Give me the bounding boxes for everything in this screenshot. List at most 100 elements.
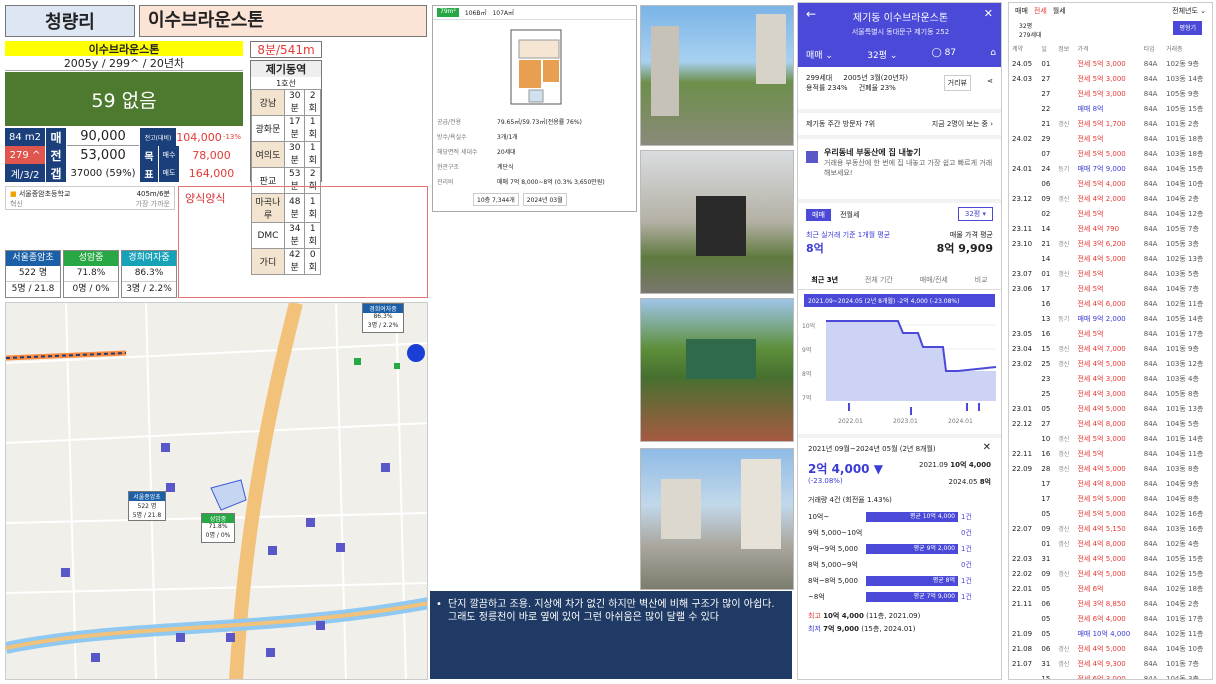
tx-row[interactable]: 23.10 21 갱신 전세 3억 6,200 84A 105동 3층: [1009, 236, 1212, 251]
tx-cell: 84A: [1143, 464, 1158, 473]
plan-tab[interactable]: 79m²: [437, 8, 459, 17]
tx-cell: [1055, 56, 1074, 71]
tx-tab[interactable]: 매매: [1015, 7, 1028, 15]
chart-tab[interactable]: 전체 기간: [865, 275, 893, 285]
tx-row[interactable]: 24.02 29 전세 5억 84A 101동 18층: [1009, 131, 1212, 146]
promo-title[interactable]: 우리동네 부동산에 집 내놓기: [824, 147, 993, 158]
tx-row[interactable]: 22.11 16 갱신 전세 5억 84A 104동 11층: [1009, 446, 1212, 461]
tx-header-cell: 계약: [1012, 46, 1024, 53]
tx-row[interactable]: 05 전세 5억 5,000 84A 102동 16층: [1009, 506, 1212, 521]
tx-row[interactable]: 23.04 15 갱신 전세 4억 7,000 84A 101동 9층: [1009, 341, 1212, 356]
tx-size[interactable]: 32평: [1019, 23, 1032, 30]
chart-tab[interactable]: 비교: [975, 275, 988, 285]
tx-cell: 전세 4억 7,000: [1077, 344, 1126, 353]
tx-row[interactable]: 22 매매 8억 84A 105동 15층: [1009, 101, 1212, 116]
tx-cell: 84A: [1143, 104, 1158, 113]
tx-cell: 21: [1041, 239, 1051, 248]
tx-cell: [1055, 506, 1074, 521]
tx-row[interactable]: 23.06 17 전세 5억 84A 104동 7층: [1009, 281, 1212, 296]
tab-sale[interactable]: 매매: [806, 209, 831, 221]
tx-row[interactable]: 25 전세 4억 3,000 84A 105동 8층: [1009, 386, 1212, 401]
tx-row[interactable]: 17 전세 5억 5,000 84A 104동 8층: [1009, 491, 1212, 506]
comment-count[interactable]: ◯ 87: [932, 48, 956, 61]
tx-cell: 84A: [1143, 329, 1158, 338]
tx-row[interactable]: 06 전세 5억 4,000 84A 104동 10층: [1009, 176, 1212, 191]
tx-cell: 104동 7층: [1165, 284, 1199, 293]
tx-cell: 84A: [1143, 314, 1158, 323]
tx-row[interactable]: 22.03 31 전세 4억 5,000 84A 105동 15층: [1009, 551, 1212, 566]
share-icon[interactable]: ⋖: [987, 77, 993, 85]
visit-now[interactable]: 지금 2명이 보는 중 ›: [932, 119, 993, 129]
tx-cell: 05: [1041, 404, 1051, 413]
tx-row[interactable]: 21.08 06 갱신 전세 4억 5,000 84A 104동 10층: [1009, 641, 1212, 656]
street-view-button[interactable]: 거리뷰: [943, 75, 971, 91]
pyeong-select[interactable]: 32평 ▾: [957, 207, 993, 221]
tx-cell: 22.02: [1012, 569, 1033, 578]
plan-tab-3[interactable]: 107A㎡: [492, 8, 514, 17]
tx-tab[interactable]: 전세: [1034, 7, 1047, 15]
tx-row[interactable]: 24.05 01 전세 5억 3,000 84A 102동 9층: [1009, 56, 1212, 71]
bell-icon[interactable]: ⌂: [990, 48, 996, 61]
size2-label: 279 ^: [5, 146, 45, 164]
plan-floor[interactable]: 10층 7,344개: [473, 193, 519, 206]
tx-cell: 104동 2층: [1165, 599, 1199, 608]
tx-row[interactable]: 22.09 28 갱신 전세 4억 5,000 84A 103동 8층: [1009, 461, 1212, 476]
tab-rent[interactable]: 전월세: [834, 209, 865, 221]
band-bar: [866, 528, 958, 538]
tx-cell: 24.01: [1012, 164, 1033, 173]
tx-cell: [1055, 386, 1074, 401]
map[interactable]: 경희여자중 86.3% 3명 / 2.2% 서울종암초 522 명 5명 / 21.8 …: [5, 302, 428, 680]
tx-row[interactable]: 07 전세 5억 5,000 84A 103동 18층: [1009, 146, 1212, 161]
tx-row[interactable]: 21.11 06 전세 3억 8,850 84A 104동 2층: [1009, 596, 1212, 611]
deal-type-select[interactable]: 매매 ⌄: [806, 48, 833, 61]
tx-row[interactable]: 21.07 31 갱신 전세 4억 9,300 84A 101동 7층: [1009, 656, 1212, 671]
size-select[interactable]: 32평 ⌄: [867, 48, 897, 61]
tx-row[interactable]: 05 전세 6억 4,000 84A 101동 17층: [1009, 611, 1212, 626]
tx-cell: 갱신: [1058, 361, 1070, 368]
period-close-icon[interactable]: ✕: [983, 442, 991, 453]
tx-row[interactable]: 16 전세 4억 6,000 84A 102동 11층: [1009, 296, 1212, 311]
tx-row[interactable]: 17 전세 4억 8,000 84A 104동 9층: [1009, 476, 1212, 491]
tx-row[interactable]: 22.02 09 갱신 전세 4억 5,000 84A 102동 15층: [1009, 566, 1212, 581]
tx-row[interactable]: 21.09 05 매매 10억 4,000 84A 102동 11층: [1009, 626, 1212, 641]
chart-tab[interactable]: 매매/전세: [920, 275, 948, 285]
tx-row[interactable]: 23.01 05 전세 4억 5,000 84A 101동 13층: [1009, 401, 1212, 416]
chart-tab[interactable]: 최근 3년: [811, 275, 838, 285]
tx-row[interactable]: 23.05 16 전세 5억 84A 101동 17층: [1009, 326, 1212, 341]
x-tick: 2022.01: [838, 418, 863, 425]
walk-time: 8분/541m: [250, 41, 322, 58]
tx-panel: 매매 전세 월세 전체년도 ⌄ 32평 279세대 평형기 계약 일 정보 가격 타입 거래층 2…: [1008, 2, 1213, 680]
tx-row[interactable]: 23.02 25 갱신 전세 4억 5,000 84A 103동 12층: [1009, 356, 1212, 371]
close-icon[interactable]: ✕: [984, 7, 993, 20]
tx-tab[interactable]: 월세: [1053, 7, 1066, 15]
tx-cell: 104동 3층: [1165, 674, 1199, 680]
avg-value: 8억 9,909: [936, 242, 993, 255]
tx-row[interactable]: 01 갱신 전세 4억 8,000 84A 102동 4층: [1009, 536, 1212, 551]
tx-row[interactable]: 15 전세 6억 3,000 84A 104동 3층: [1009, 671, 1212, 680]
tx-row[interactable]: 27 전세 5억 3,000 84A 105동 9층: [1009, 86, 1212, 101]
tx-row[interactable]: 22.12 27 전세 4억 8,000 84A 104동 5층: [1009, 416, 1212, 431]
year-filter[interactable]: 전체년도 ⌄: [1172, 6, 1206, 16]
plan-tab-2[interactable]: 106B㎡: [465, 8, 487, 17]
tx-row[interactable]: 10 갱신 전세 5억 3,000 84A 101동 14층: [1009, 431, 1212, 446]
tx-cell: [1055, 131, 1074, 146]
tx-cell: 101동 18층: [1165, 134, 1204, 143]
tx-row[interactable]: 22.01 05 전세 6억 84A 102동 18층: [1009, 581, 1212, 596]
tx-row[interactable]: 23.11 14 전세 4억 790 84A 105동 7층: [1009, 221, 1212, 236]
tx-cell: [1009, 476, 1038, 491]
tx-row[interactable]: 23 전세 4억 3,000 84A 103동 4층: [1009, 371, 1212, 386]
tx-row[interactable]: 22.07 09 갱신 전세 4억 5,150 84A 103동 16층: [1009, 521, 1212, 536]
complex-title: 이수브라운스톤: [139, 5, 427, 37]
tx-row[interactable]: 24.01 24 등기 매매 7억 9,000 84A 104동 15층: [1009, 161, 1212, 176]
tx-row[interactable]: 24.03 27 전세 5억 3,000 84A 103동 14층: [1009, 71, 1212, 86]
band-label: 9억 5,000~10억: [808, 529, 863, 537]
plan-month[interactable]: 2024년 03월: [522, 193, 567, 206]
tx-row[interactable]: 14 전세 4억 5,000 84A 102동 13층: [1009, 251, 1212, 266]
tx-size-button[interactable]: 평형기: [1173, 21, 1202, 35]
tx-row[interactable]: 13 등기 매매 9억 2,000 84A 105동 14층: [1009, 311, 1212, 326]
tx-row[interactable]: 21 갱신 전세 5억 1,700 84A 101동 2층: [1009, 116, 1212, 131]
tx-row[interactable]: 02 전세 5억 84A 104동 12층: [1009, 206, 1212, 221]
tx-row[interactable]: 23.12 09 갱신 전세 4억 2,000 84A 104동 2층: [1009, 191, 1212, 206]
tx-row[interactable]: 23.07 01 갱신 전세 5억 84A 103동 5층: [1009, 266, 1212, 281]
tx-cell: 전세 4억 790: [1077, 224, 1120, 233]
